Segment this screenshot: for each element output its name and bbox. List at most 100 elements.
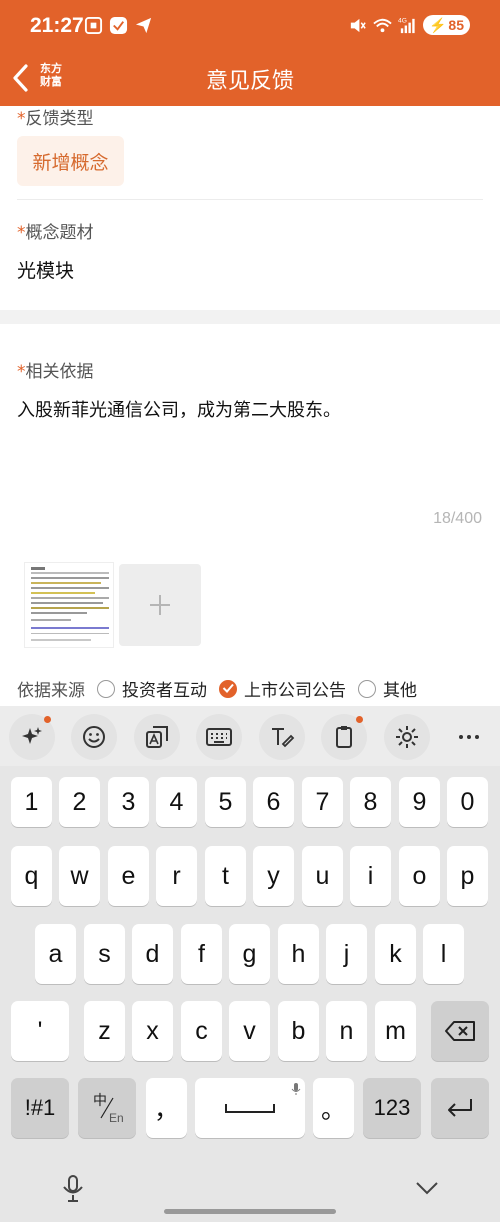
key-e[interactable]: e: [108, 846, 149, 906]
key-0[interactable]: 0: [447, 777, 488, 827]
add-image-button[interactable]: [119, 564, 201, 646]
space-icon: [225, 1104, 275, 1113]
key-s[interactable]: s: [84, 924, 125, 984]
key-f[interactable]: f: [181, 924, 222, 984]
battery-indicator: ⚡ 85: [422, 15, 470, 35]
number-mode-key[interactable]: 123: [363, 1078, 421, 1138]
key-n[interactable]: n: [326, 1001, 367, 1061]
status-bar: 21:27 4G ⚡ 85: [0, 0, 500, 52]
keyboard-layout-button[interactable]: [196, 714, 242, 760]
feedback-type-chip[interactable]: 新增概念: [17, 136, 124, 186]
settings-icon: [396, 726, 418, 748]
type-card: *反馈类型 新增概念 *概念题材 光模块: [0, 106, 500, 310]
feedback-type-label: *反馈类型: [17, 109, 94, 129]
plus-icon: [150, 595, 170, 615]
basis-label: *相关依据: [17, 362, 94, 382]
key-z[interactable]: z: [84, 1001, 125, 1061]
key-u[interactable]: u: [302, 846, 343, 906]
key-v[interactable]: v: [229, 1001, 270, 1061]
status-time: 21:27: [30, 14, 84, 37]
notification-dot: [356, 716, 363, 723]
clipboard-button[interactable]: [321, 714, 367, 760]
language-switch-glyph: 中 En: [93, 1093, 124, 1125]
handwriting-button[interactable]: [259, 714, 305, 760]
settings-button[interactable]: [384, 714, 430, 760]
char-counter: 18/400: [433, 510, 482, 527]
key-2[interactable]: 2: [59, 777, 100, 827]
emoji-icon: [83, 726, 105, 748]
key-j[interactable]: j: [326, 924, 367, 984]
wifi-icon: [373, 18, 392, 32]
key-6[interactable]: 6: [253, 777, 294, 827]
key-g[interactable]: g: [229, 924, 270, 984]
key-i[interactable]: i: [350, 846, 391, 906]
page-title: 意见反馈: [205, 69, 294, 94]
symbols-key[interactable]: !#1: [11, 1078, 69, 1138]
translate-button[interactable]: [134, 714, 180, 760]
key-p[interactable]: p: [447, 846, 488, 906]
key-o[interactable]: o: [399, 846, 440, 906]
concept-input[interactable]: 光模块: [17, 256, 74, 283]
key-1[interactable]: 1: [11, 777, 52, 827]
enter-key[interactable]: [431, 1078, 489, 1138]
emoji-button[interactable]: [71, 714, 117, 760]
key-l[interactable]: l: [423, 924, 464, 984]
key-y[interactable]: y: [253, 846, 294, 906]
clipboard-icon: [336, 726, 352, 748]
key-m[interactable]: m: [375, 1001, 416, 1061]
source-option-other[interactable]: 其他: [358, 676, 417, 701]
key-c[interactable]: c: [181, 1001, 222, 1061]
svg-text:中: 中: [93, 1093, 107, 1109]
home-indicator: [164, 1209, 336, 1214]
nav-bar: 东方 财富 意见反馈: [0, 52, 500, 106]
key-8[interactable]: 8: [350, 777, 391, 827]
key-9[interactable]: 9: [399, 777, 440, 827]
handwriting-icon: [272, 728, 295, 748]
key-3[interactable]: 3: [108, 777, 149, 827]
voice-input-icon[interactable]: [60, 1174, 86, 1204]
space-key[interactable]: [195, 1078, 305, 1138]
charging-icon: ⚡: [428, 16, 447, 33]
period-key[interactable]: 。: [313, 1078, 354, 1138]
key-q[interactable]: q: [11, 846, 52, 906]
key-7[interactable]: 7: [302, 777, 343, 827]
comma-key[interactable]: ，: [146, 1078, 187, 1138]
svg-text:En: En: [109, 1111, 124, 1125]
key-a[interactable]: a: [35, 924, 76, 984]
key-4[interactable]: 4: [156, 777, 197, 827]
divider: [17, 199, 483, 200]
key-w[interactable]: w: [59, 846, 100, 906]
key-r[interactable]: r: [156, 846, 197, 906]
basis-card: *相关依据 入股新菲光通信公司，成为第二大股东。 18/400 依据来源 投资者…: [0, 324, 500, 708]
key-apostrophe[interactable]: ': [11, 1001, 69, 1061]
key-5[interactable]: 5: [205, 777, 246, 827]
key-h[interactable]: h: [278, 924, 319, 984]
translate-icon: [146, 726, 168, 748]
language-switch-key[interactable]: 中 En: [78, 1078, 136, 1138]
key-t[interactable]: t: [205, 846, 246, 906]
key-k[interactable]: k: [375, 924, 416, 984]
key-d[interactable]: d: [132, 924, 173, 984]
radio-checked-icon: [219, 679, 237, 698]
radio-unchecked-icon: [97, 679, 115, 698]
basis-textarea[interactable]: 入股新菲光通信公司，成为第二大股东。: [17, 396, 341, 422]
hide-keyboard-icon[interactable]: [414, 1178, 440, 1198]
send-icon: [135, 17, 152, 34]
keyboard: 1 2 3 4 5 6 7 8 9 0 q w e r t y u i o p …: [0, 766, 500, 1222]
key-x[interactable]: x: [132, 1001, 173, 1061]
source-option-investor[interactable]: 投资者互动: [97, 676, 207, 701]
backspace-icon: [445, 1021, 475, 1041]
mic-small-icon: [291, 1083, 301, 1095]
source-label: 依据来源: [17, 681, 85, 701]
sparkle-icon: [22, 727, 42, 744]
app-notification-icon: [109, 16, 128, 35]
ai-sparkle-button[interactable]: [9, 714, 55, 760]
key-b[interactable]: b: [278, 1001, 319, 1061]
document-preview-image: [25, 563, 113, 647]
concept-label: *概念题材: [17, 223, 94, 243]
more-button[interactable]: [446, 714, 492, 760]
more-icon: [459, 735, 479, 739]
source-option-announcement[interactable]: 上市公司公告: [219, 676, 346, 701]
attachment-thumbnail[interactable]: [24, 562, 114, 648]
backspace-key[interactable]: [431, 1001, 489, 1061]
